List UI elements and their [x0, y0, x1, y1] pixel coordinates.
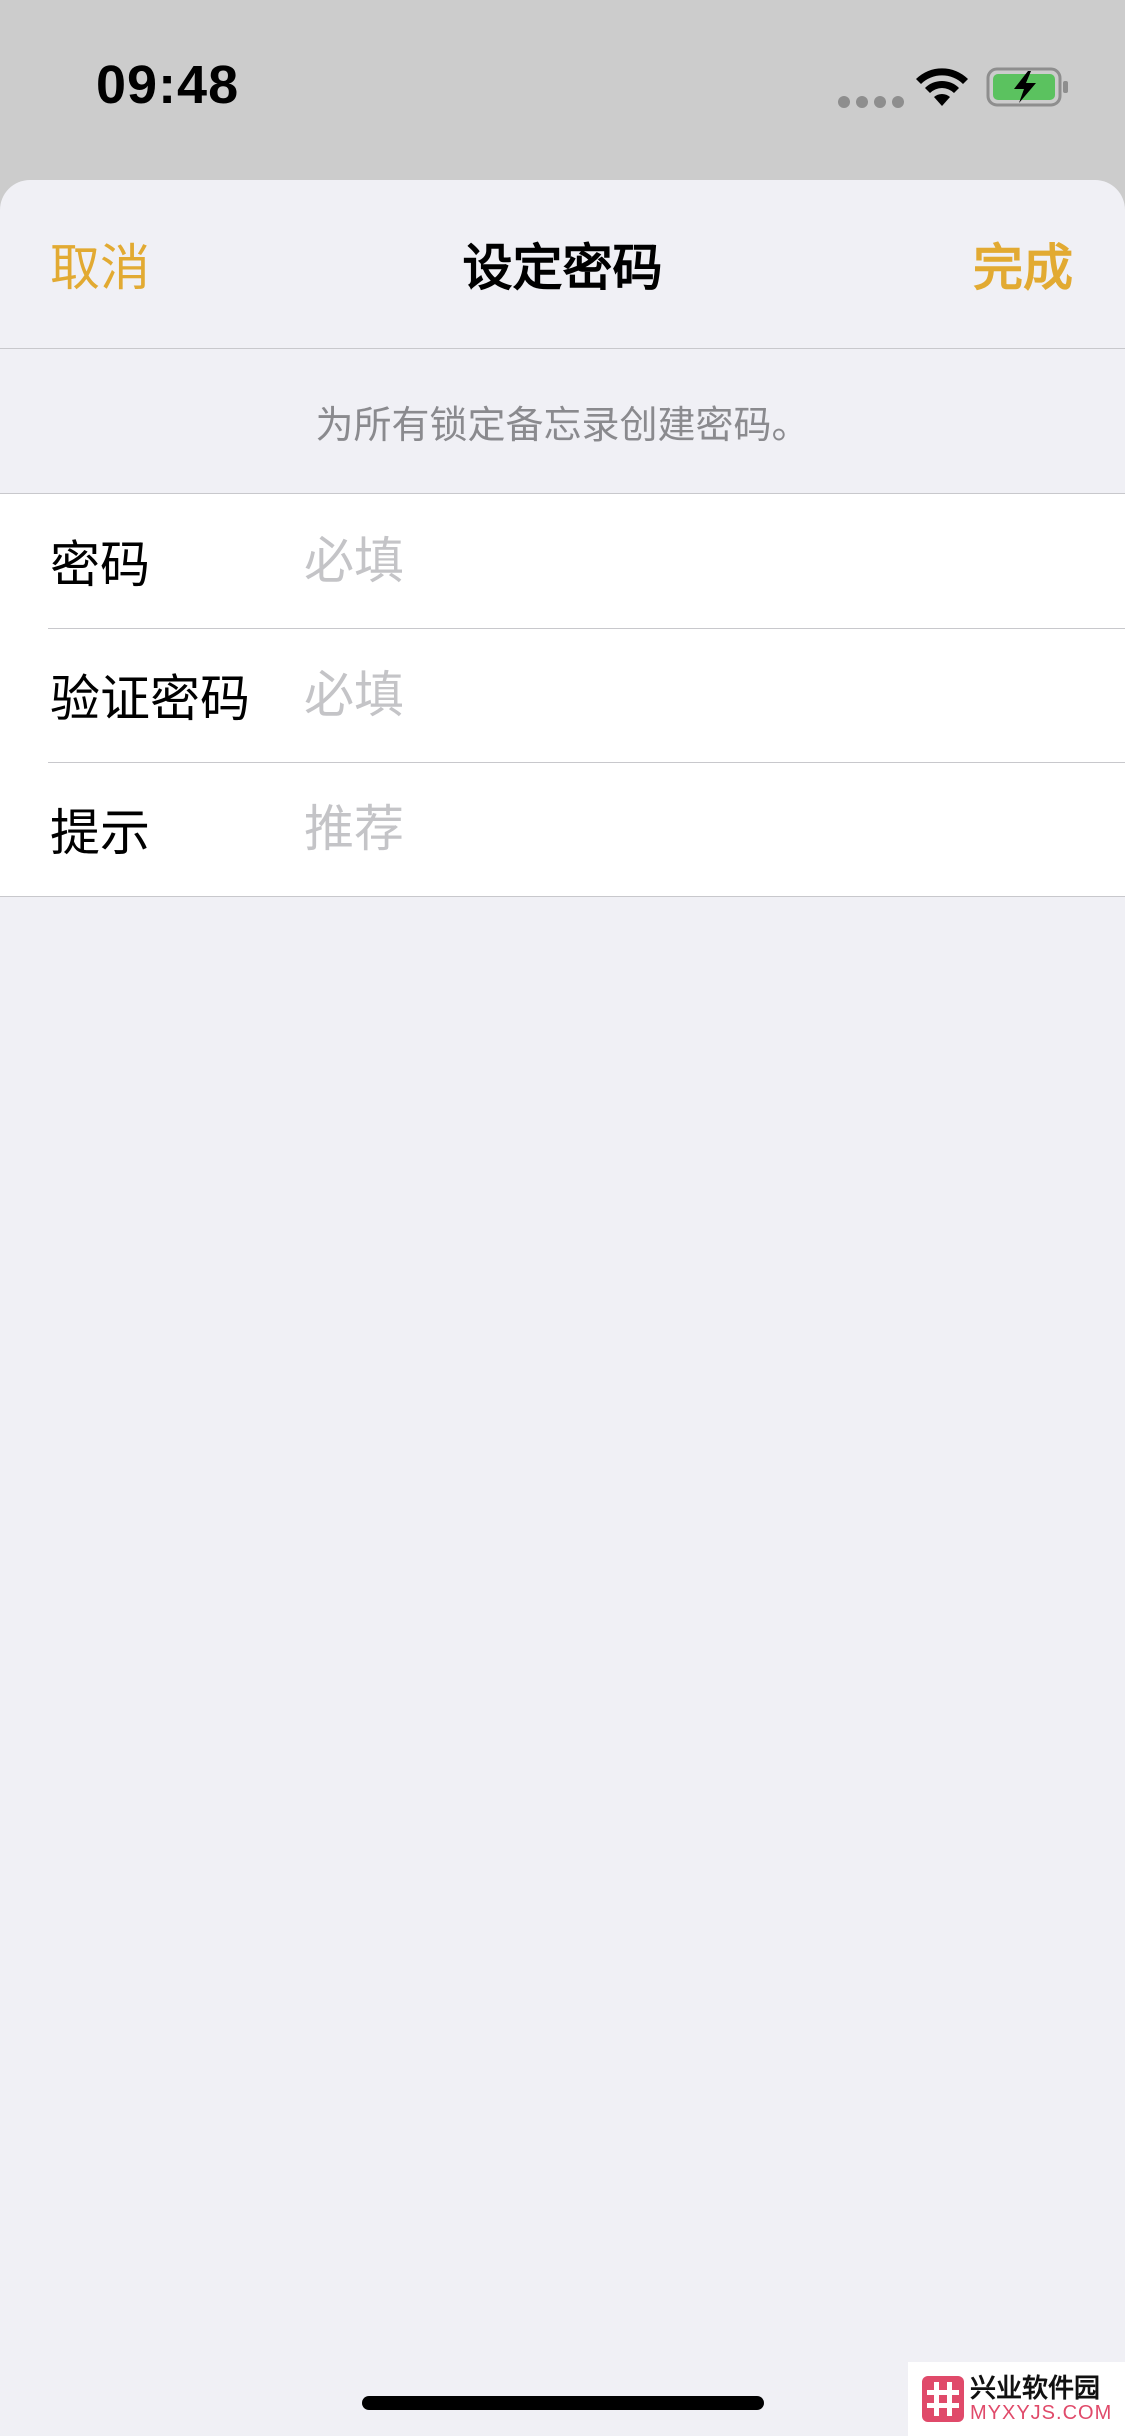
- home-indicator[interactable]: [362, 2396, 764, 2410]
- watermark-title: 兴业软件园: [970, 2374, 1101, 2404]
- verify-password-input[interactable]: [304, 658, 1085, 732]
- password-input[interactable]: [304, 524, 1085, 598]
- password-row: 密码: [0, 494, 1125, 628]
- password-form: 密码 验证密码 提示: [0, 493, 1125, 897]
- hint-input[interactable]: [304, 792, 1085, 866]
- hint-label: 提示: [50, 804, 150, 862]
- verify-password-label: 验证密码: [50, 670, 250, 728]
- set-password-sheet: 取消 设定密码 完成 为所有锁定备忘录创建密码。 密码 验证密码 提示: [0, 180, 1125, 2436]
- hint-row: 提示: [0, 762, 1125, 896]
- watermark-logo-icon: [922, 2376, 964, 2422]
- page-title: 设定密码: [462, 239, 663, 297]
- password-label: 密码: [50, 536, 150, 594]
- wifi-icon: [916, 68, 968, 106]
- status-bar: 09:48: [0, 0, 1125, 180]
- watermark: 兴业软件园 MYXYJS.COM: [908, 2362, 1125, 2436]
- watermark-subtitle: MYXYJS.COM: [970, 2402, 1113, 2424]
- section-note: 为所有锁定备忘录创建密码。: [315, 402, 810, 447]
- status-time: 09:48: [96, 55, 240, 115]
- verify-password-row: 验证密码: [0, 628, 1125, 762]
- cellular-signal-icon: [838, 96, 904, 108]
- done-button[interactable]: 完成: [973, 228, 1073, 300]
- battery-charging-icon: [986, 67, 1068, 107]
- navigation-bar: 取消 设定密码 完成: [0, 180, 1125, 349]
